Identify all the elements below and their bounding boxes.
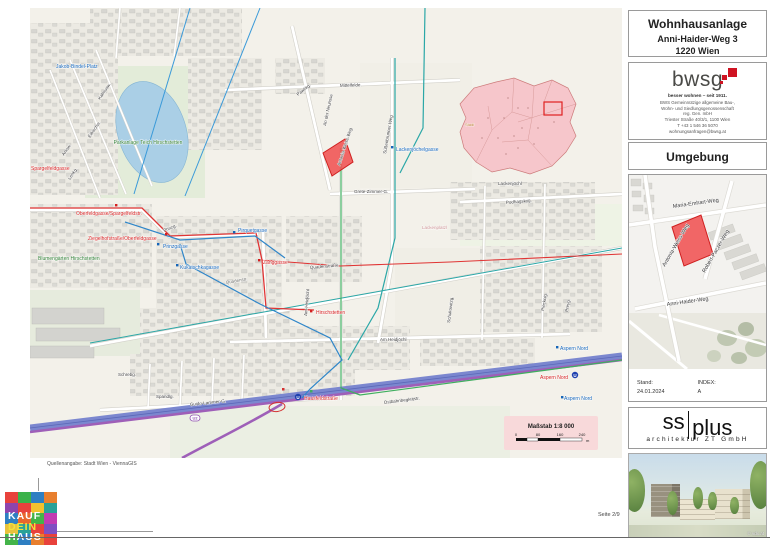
map-label: Spandlg.: [156, 394, 174, 399]
map-label: Blumengärten Hirschstetten: [38, 256, 100, 262]
scale-bar: Maßstab 1:8 000 0 80 160 240 m: [504, 416, 598, 450]
map-label: Schrebg.: [118, 372, 136, 377]
page-number: Seite 2/9: [598, 512, 620, 518]
map-label: Aspern Nord: [564, 396, 592, 402]
render-credit: © vdx.at: [747, 531, 764, 536]
map-label: Ziegelhofstraße/Oberfeldgasse: [88, 236, 157, 242]
map-label: Zanggasse: [263, 260, 288, 266]
plan-page: { "header": {"line1": "Wohnhausanlage", …: [0, 0, 770, 545]
scale-tick-80: 80: [536, 432, 541, 437]
map-label: Prinzgasse: [163, 244, 188, 250]
map-label: Kukatschkagasse: [180, 265, 219, 271]
umgebung-header-box: Umgebung: [628, 142, 767, 170]
map-label: Hirschstetten: [316, 310, 345, 316]
umgebung-map-box: Maria-Emhart-Weg Antonia-Weiss-Weg Rober…: [628, 174, 767, 402]
bwsg-address-line: wohnungsanfragen@bwsg.at: [629, 129, 766, 135]
scale-title: Maßstab 1:8 000: [528, 424, 575, 430]
bwsg-logo-square-icon: [720, 81, 723, 84]
bwsg-tagline: besser wohnen – seit 1911.: [629, 93, 766, 98]
crop-mark: [57, 531, 153, 532]
map-label: Parkanlage Teich Hirschstetten: [114, 140, 183, 146]
kdh-line: KAUF: [8, 511, 57, 522]
bwsg-logo-square-icon: [722, 75, 727, 80]
tree-illustration: [628, 469, 645, 512]
map-label: Pirquetgasse: [238, 228, 267, 234]
project-address: Anni-Haider-Weg 3: [629, 34, 766, 44]
ssplus-subtitle: architektur ZT GmbH: [629, 436, 766, 443]
project-name: Wohnhausanlage: [629, 17, 766, 31]
bwsg-address: BWS Gemeinnützige allgemeine Bau-, Wohn-…: [629, 100, 766, 134]
map-source-credit: Quellenangabe: Stadt Wien - ViennaGIS: [47, 461, 137, 467]
umgebung-title: Umgebung: [629, 150, 766, 164]
architect-logo-box: ss plus architektur ZT GmbH: [628, 407, 767, 449]
map-label: Jakob-Bindel-Platz: [56, 64, 98, 70]
map-label: Lackenjöchl: [498, 181, 522, 186]
map-label: Hausfeldstraße: [304, 396, 338, 402]
map-label: Aspern Nord: [560, 346, 588, 352]
u2-line-badge: U2: [192, 416, 198, 421]
stand-label: Stand:: [637, 379, 698, 388]
u-station-icon: U: [573, 373, 576, 378]
map-label: Am Heidjöchl: [380, 337, 407, 342]
stand-value: 24.01.2024: [637, 388, 698, 397]
bwsg-company-box: bwsg besser wohnen – seit 1911. BWS Geme…: [628, 62, 767, 140]
building-render-image: © vdx.at: [628, 453, 767, 538]
map-label-stadl: Stadl: [465, 122, 474, 127]
ssplus-logo: ss plus: [629, 411, 766, 439]
index-label: INDEX:: [698, 379, 759, 388]
map-label: Mittelfelde.: [340, 82, 362, 88]
project-city: 1220 Wien: [629, 46, 766, 56]
city-map: Stadl Maßstab 1:8 000 0 80 160 240 m U U…: [30, 8, 622, 458]
page-bottom-rule: [0, 537, 770, 538]
revision-info: Stand: 24.01.2024 INDEX: A: [629, 374, 766, 397]
map-label: Lackenjöchelgasse: [396, 147, 439, 153]
ssplus-left: ss: [663, 411, 685, 433]
u-station-icon: U: [296, 395, 299, 400]
tree-illustration: [750, 461, 767, 509]
map-label: Oberfeldgasse/Spargelfeldstr.: [76, 211, 142, 217]
project-title-box: Wohnhausanlage Anni-Haider-Weg 3 1220 Wi…: [628, 10, 767, 57]
map-label: Lackenplatzl: [422, 225, 447, 230]
ground-illustration: [629, 525, 766, 537]
scale-tick-160: 160: [557, 432, 564, 437]
ssplus-divider: [688, 411, 690, 439]
map-label: Aspern Nord: [540, 375, 568, 381]
map-label: Spargelfeldgasse: [31, 166, 70, 172]
vienna-districts-inset: Stadl: [460, 78, 576, 174]
bwsg-wordmark: bwsg: [672, 68, 723, 91]
umgebung-detail-map: Maria-Emhart-Weg Antonia-Weiss-Weg Rober…: [629, 175, 766, 369]
bwsg-logo-square-icon: [728, 68, 737, 77]
index-value: A: [698, 388, 759, 397]
map-label: Grete-Zimmer-G.: [354, 189, 388, 194]
tree-illustration: [693, 487, 703, 509]
tree-illustration: [730, 497, 738, 514]
crop-mark: [38, 478, 39, 491]
tree-illustration: [708, 492, 716, 510]
scale-tick-240: 240: [579, 432, 586, 437]
bwsg-logo: bwsg: [672, 68, 723, 92]
